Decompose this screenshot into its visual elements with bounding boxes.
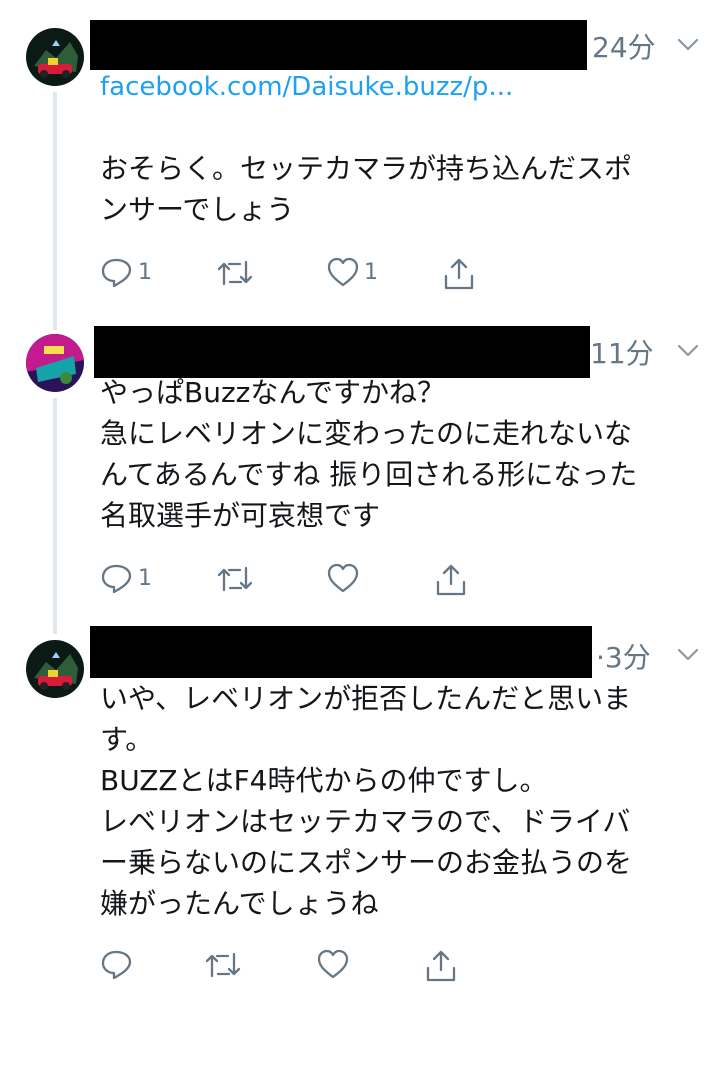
tweet-text: いや、レベリオンが拒否したんだと思いま す。 BUZZとはF4時代からの仲ですし… (100, 678, 690, 924)
avatar[interactable] (26, 334, 84, 392)
tweet-text-line: レベリオンはセッテカマラので、ドライバ (100, 805, 631, 838)
share-button[interactable] (424, 946, 460, 986)
tweet-time: 11分 (590, 337, 654, 370)
reply-icon (101, 258, 132, 288)
reply-count: 1 (138, 566, 152, 591)
thread-line (53, 398, 57, 634)
tweet-text-line: 急にレベリオンに変わったのに走れないな (100, 417, 633, 450)
tweet-text-line: 嫌がったんでしょうね (100, 887, 379, 920)
tweet-time: 24分 (592, 31, 656, 64)
share-button[interactable] (442, 254, 478, 294)
avatar[interactable] (26, 640, 84, 698)
like-count: 1 (364, 260, 378, 285)
retweet-button[interactable] (216, 254, 256, 294)
tweet-time: ·3分 (596, 641, 651, 674)
tweet-text-line: いや、レベリオンが拒否したんだと思いま (100, 682, 632, 715)
like-icon (317, 949, 349, 979)
share-icon (444, 258, 474, 290)
tweet-actions: 1 (100, 560, 520, 600)
like-icon (327, 563, 359, 593)
reply-count: 1 (138, 260, 152, 285)
tweet-text-line: す。 (100, 723, 154, 756)
chevron-down-icon[interactable] (676, 338, 700, 362)
retweet-icon (205, 952, 241, 978)
tweet-text: おそらく。セッテカマラが持ち込んだスポ ンサーでしょう (100, 148, 690, 230)
reply-button[interactable]: 1 (100, 560, 160, 600)
redacted-username (94, 326, 590, 378)
thread-line (53, 92, 57, 330)
share-button[interactable] (434, 560, 470, 600)
like-button[interactable] (326, 560, 366, 600)
redacted-username (90, 20, 587, 70)
reply-icon (101, 564, 132, 594)
like-button[interactable]: 1 (326, 254, 386, 294)
tweet-actions: 1 1 (100, 254, 520, 294)
retweet-icon (217, 260, 253, 286)
tweet-text-line: 名取選手が可哀想です (100, 499, 381, 532)
tweet-actions (100, 946, 520, 986)
tweet-text: やっぱBuzzなんですかね？ 急にレベリオンに変わったのに走れないな んてあるん… (100, 372, 690, 536)
reply-button[interactable] (100, 946, 140, 986)
like-button[interactable] (316, 946, 356, 986)
chevron-down-icon[interactable] (676, 642, 700, 666)
tweet-text-line: BUZZとはF4時代からの仲ですし。 (100, 764, 548, 797)
tweet-text-line: んてあるんですね 振り回される形になった (100, 458, 638, 491)
reply-button[interactable]: 1 (100, 254, 160, 294)
redacted-username (90, 626, 592, 678)
tweet-text-line: ンサーでしょう (100, 193, 295, 226)
avatar[interactable] (26, 28, 84, 86)
retweet-button[interactable] (204, 946, 244, 986)
tweet-text-line: おそらく。セッテカマラが持ち込んだスポ (100, 152, 633, 185)
retweet-icon (217, 566, 253, 592)
chevron-down-icon[interactable] (676, 32, 700, 56)
share-icon (436, 564, 466, 596)
tweet-text-line: やっぱBuzzなんですかね？ (100, 376, 445, 409)
retweet-button[interactable] (216, 560, 256, 600)
reply-icon (101, 950, 132, 980)
like-icon (327, 257, 359, 287)
share-icon (426, 950, 456, 982)
tweet-link[interactable]: facebook.com/Daisuke.buzz/p... (100, 72, 513, 102)
tweet-text-line: ー乗らないのにスポンサーのお金払うのを (100, 846, 633, 879)
